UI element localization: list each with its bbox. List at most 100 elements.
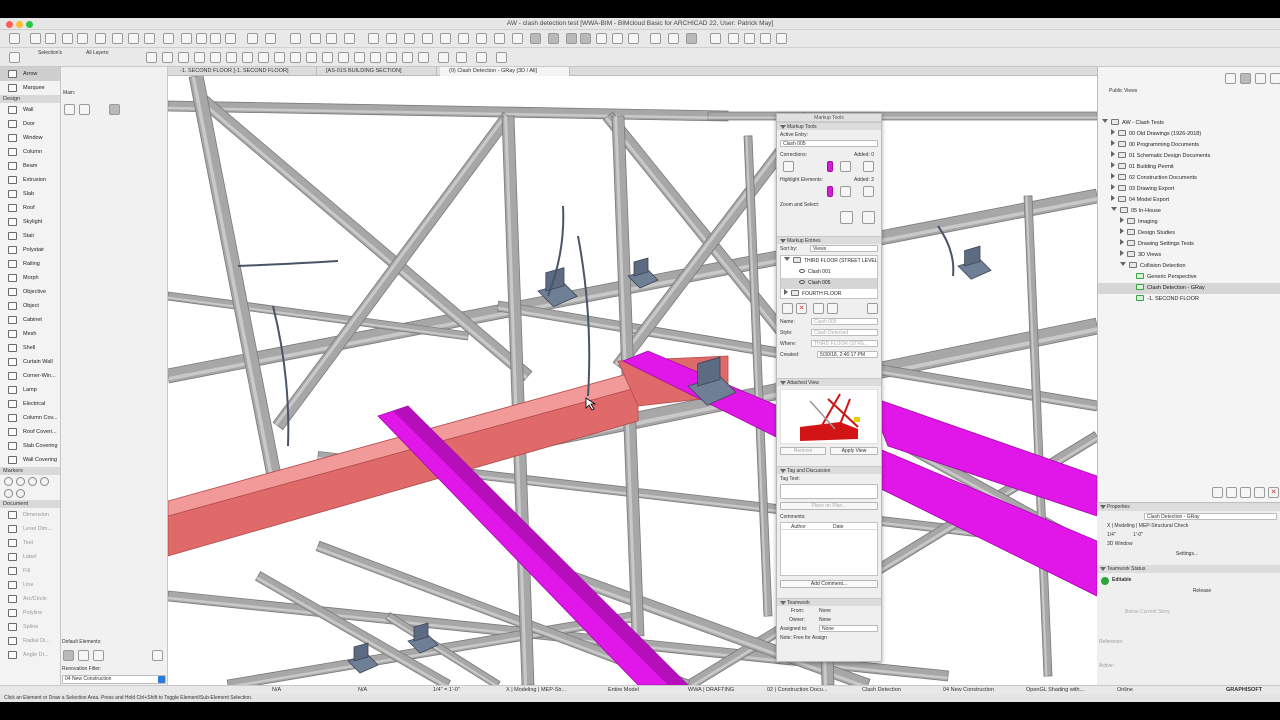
toolbar-tool-icon[interactable] bbox=[422, 33, 433, 44]
toolbar-tool-icon[interactable] bbox=[386, 33, 397, 44]
shower-pipe[interactable] bbox=[237, 260, 339, 267]
navigator-item[interactable]: 00 Programming Documents bbox=[1098, 140, 1280, 151]
toolbar-tool-icon[interactable] bbox=[494, 33, 505, 44]
tool-corner-win[interactable]: Corner-Win... bbox=[0, 369, 60, 383]
select-elements-icon[interactable] bbox=[862, 211, 875, 224]
tool-column-cov[interactable]: Column Cov... bbox=[0, 411, 60, 425]
toolbar-tool-icon[interactable] bbox=[225, 33, 236, 44]
section-markup-entries[interactable]: Markup Entries bbox=[777, 236, 881, 244]
toolbar-tool-icon[interactable] bbox=[265, 33, 276, 44]
tool-level-dim[interactable]: Level Dim... bbox=[0, 522, 60, 536]
tool-text[interactable]: Text bbox=[0, 536, 60, 550]
expand-icon[interactable] bbox=[1111, 151, 1115, 157]
toolbar-tool-icon[interactable] bbox=[181, 33, 192, 44]
expand-icon[interactable] bbox=[784, 257, 790, 261]
comments-table[interactable]: Author Date bbox=[780, 522, 878, 576]
expand-icon[interactable] bbox=[1120, 217, 1124, 223]
toolbar-tool-icon[interactable] bbox=[580, 33, 591, 44]
tool-objective[interactable]: Objective bbox=[0, 285, 60, 299]
expand-icon[interactable] bbox=[1111, 173, 1115, 179]
toolbar-tool-icon[interactable] bbox=[326, 33, 337, 44]
tool-skylight[interactable]: Skylight bbox=[0, 215, 60, 229]
attached-view-thumbnail[interactable] bbox=[780, 389, 878, 444]
tool-line[interactable]: Line bbox=[0, 578, 60, 592]
sort-by-select[interactable]: Views bbox=[810, 245, 878, 252]
tool-column[interactable]: Column bbox=[0, 145, 60, 159]
navigator-item[interactable]: 04 Model Export bbox=[1098, 195, 1280, 206]
section-teamwork[interactable]: Teamwork bbox=[777, 598, 881, 606]
tag-text-input[interactable] bbox=[780, 484, 878, 499]
toolbar-tool-icon[interactable] bbox=[258, 52, 269, 63]
steel-beam[interactable] bbox=[168, 100, 729, 122]
apply-view-button[interactable]: Apply View bbox=[830, 447, 878, 455]
zoom-icon[interactable] bbox=[840, 211, 853, 224]
steel-column[interactable] bbox=[501, 115, 535, 685]
navigator-item[interactable]: Clash Detection - GRay bbox=[1098, 283, 1280, 294]
tool-roof-coveri[interactable]: Roof Coveri... bbox=[0, 425, 60, 439]
tab-second-floor[interactable]: -1. SECOND FLOOR [-1. SECOND FLOOR] bbox=[171, 67, 317, 76]
marker-tool-icon[interactable] bbox=[16, 489, 25, 498]
toolbar-tool-icon[interactable] bbox=[438, 52, 449, 63]
expand-icon[interactable] bbox=[1111, 207, 1117, 211]
toolbar-tool-icon[interactable] bbox=[322, 52, 333, 63]
tool-polyline[interactable]: Polyline bbox=[0, 606, 60, 620]
expand-icon[interactable] bbox=[1120, 228, 1124, 234]
expand-icon[interactable] bbox=[1111, 184, 1115, 190]
toolbar-tool-icon[interactable] bbox=[686, 33, 697, 44]
tool-fill[interactable]: Fill bbox=[0, 564, 60, 578]
markup-entry[interactable]: THIRD FLOOR (STREET LEVEL) bbox=[781, 256, 877, 267]
renovation-filter-select[interactable]: 04 New Construction bbox=[62, 675, 166, 684]
toolbar-tool-icon[interactable] bbox=[496, 52, 507, 63]
navigator-item[interactable]: 05 In-House bbox=[1098, 206, 1280, 217]
toolbar-tool-icon[interactable] bbox=[194, 52, 205, 63]
expand-icon[interactable] bbox=[1111, 140, 1115, 146]
tool-arc-circle[interactable]: Arc/Circle bbox=[0, 592, 60, 606]
active-entry-select[interactable]: Clash 005 bbox=[780, 140, 878, 147]
marker-tool-icon[interactable] bbox=[40, 477, 49, 486]
expand-icon[interactable] bbox=[1120, 250, 1124, 256]
export-entry-icon[interactable] bbox=[827, 303, 838, 314]
default-element-icon[interactable] bbox=[78, 650, 89, 661]
toolbar-tool-icon[interactable] bbox=[9, 52, 20, 63]
tool-roof[interactable]: Roof bbox=[0, 201, 60, 215]
toolbar-tool-icon[interactable] bbox=[354, 52, 365, 63]
toolbar-tool-icon[interactable] bbox=[112, 33, 123, 44]
layout-book-icon[interactable] bbox=[1255, 73, 1266, 84]
navigator-item[interactable]: Collision Detection bbox=[1098, 261, 1280, 272]
tool-marquee[interactable]: Marquee bbox=[0, 81, 60, 95]
date-column[interactable]: Date bbox=[833, 524, 844, 530]
correction-pen-icon[interactable] bbox=[840, 161, 851, 172]
correction-remove-icon[interactable] bbox=[863, 161, 874, 172]
tool-wall-covering[interactable]: Wall Covering bbox=[0, 453, 60, 467]
toolbar-tool-icon[interactable] bbox=[344, 33, 355, 44]
toolbar-tool-icon[interactable] bbox=[62, 33, 73, 44]
style-select[interactable]: Clash Detected bbox=[811, 329, 878, 336]
tab-building-section[interactable]: [AS-01S BUILDING SECTION] bbox=[317, 67, 437, 76]
tool-beam[interactable]: Beam bbox=[0, 159, 60, 173]
toolbar-tool-icon[interactable] bbox=[290, 52, 301, 63]
tool-window[interactable]: Window bbox=[0, 131, 60, 145]
toolbar-tool-icon[interactable] bbox=[178, 52, 189, 63]
expand-icon[interactable] bbox=[1120, 239, 1124, 245]
tool-angle-di[interactable]: Angle Di... bbox=[0, 648, 60, 662]
toolbar-tool-icon[interactable] bbox=[566, 33, 577, 44]
marker-tool-icon[interactable] bbox=[4, 489, 13, 498]
navigator-item[interactable]: 3D Views bbox=[1098, 250, 1280, 261]
expand-icon[interactable] bbox=[784, 289, 788, 295]
remove-highlight-icon[interactable] bbox=[863, 186, 874, 197]
publisher-sets-icon[interactable] bbox=[1270, 73, 1280, 84]
import-entry-icon[interactable] bbox=[813, 303, 824, 314]
geometry-method-icon[interactable] bbox=[64, 104, 75, 115]
navigator-item[interactable]: 00 Old Drawings (1926-2018) bbox=[1098, 129, 1280, 140]
toolbar-tool-icon[interactable] bbox=[760, 33, 771, 44]
view-name-field[interactable]: Clash Detection - GRay bbox=[1144, 513, 1277, 520]
view-map-icon[interactable] bbox=[1240, 73, 1251, 84]
selection-method-icon[interactable] bbox=[79, 104, 90, 115]
toolbar-tool-icon[interactable] bbox=[162, 52, 173, 63]
toolbar-tool-icon[interactable] bbox=[247, 33, 258, 44]
steel-column[interactable] bbox=[1023, 195, 1053, 677]
tool-label[interactable]: Label bbox=[0, 550, 60, 564]
toolbar-tool-icon[interactable] bbox=[30, 33, 41, 44]
highlight-color-icon[interactable] bbox=[827, 186, 833, 197]
navigator-item[interactable]: Generic Perspective bbox=[1098, 272, 1280, 283]
